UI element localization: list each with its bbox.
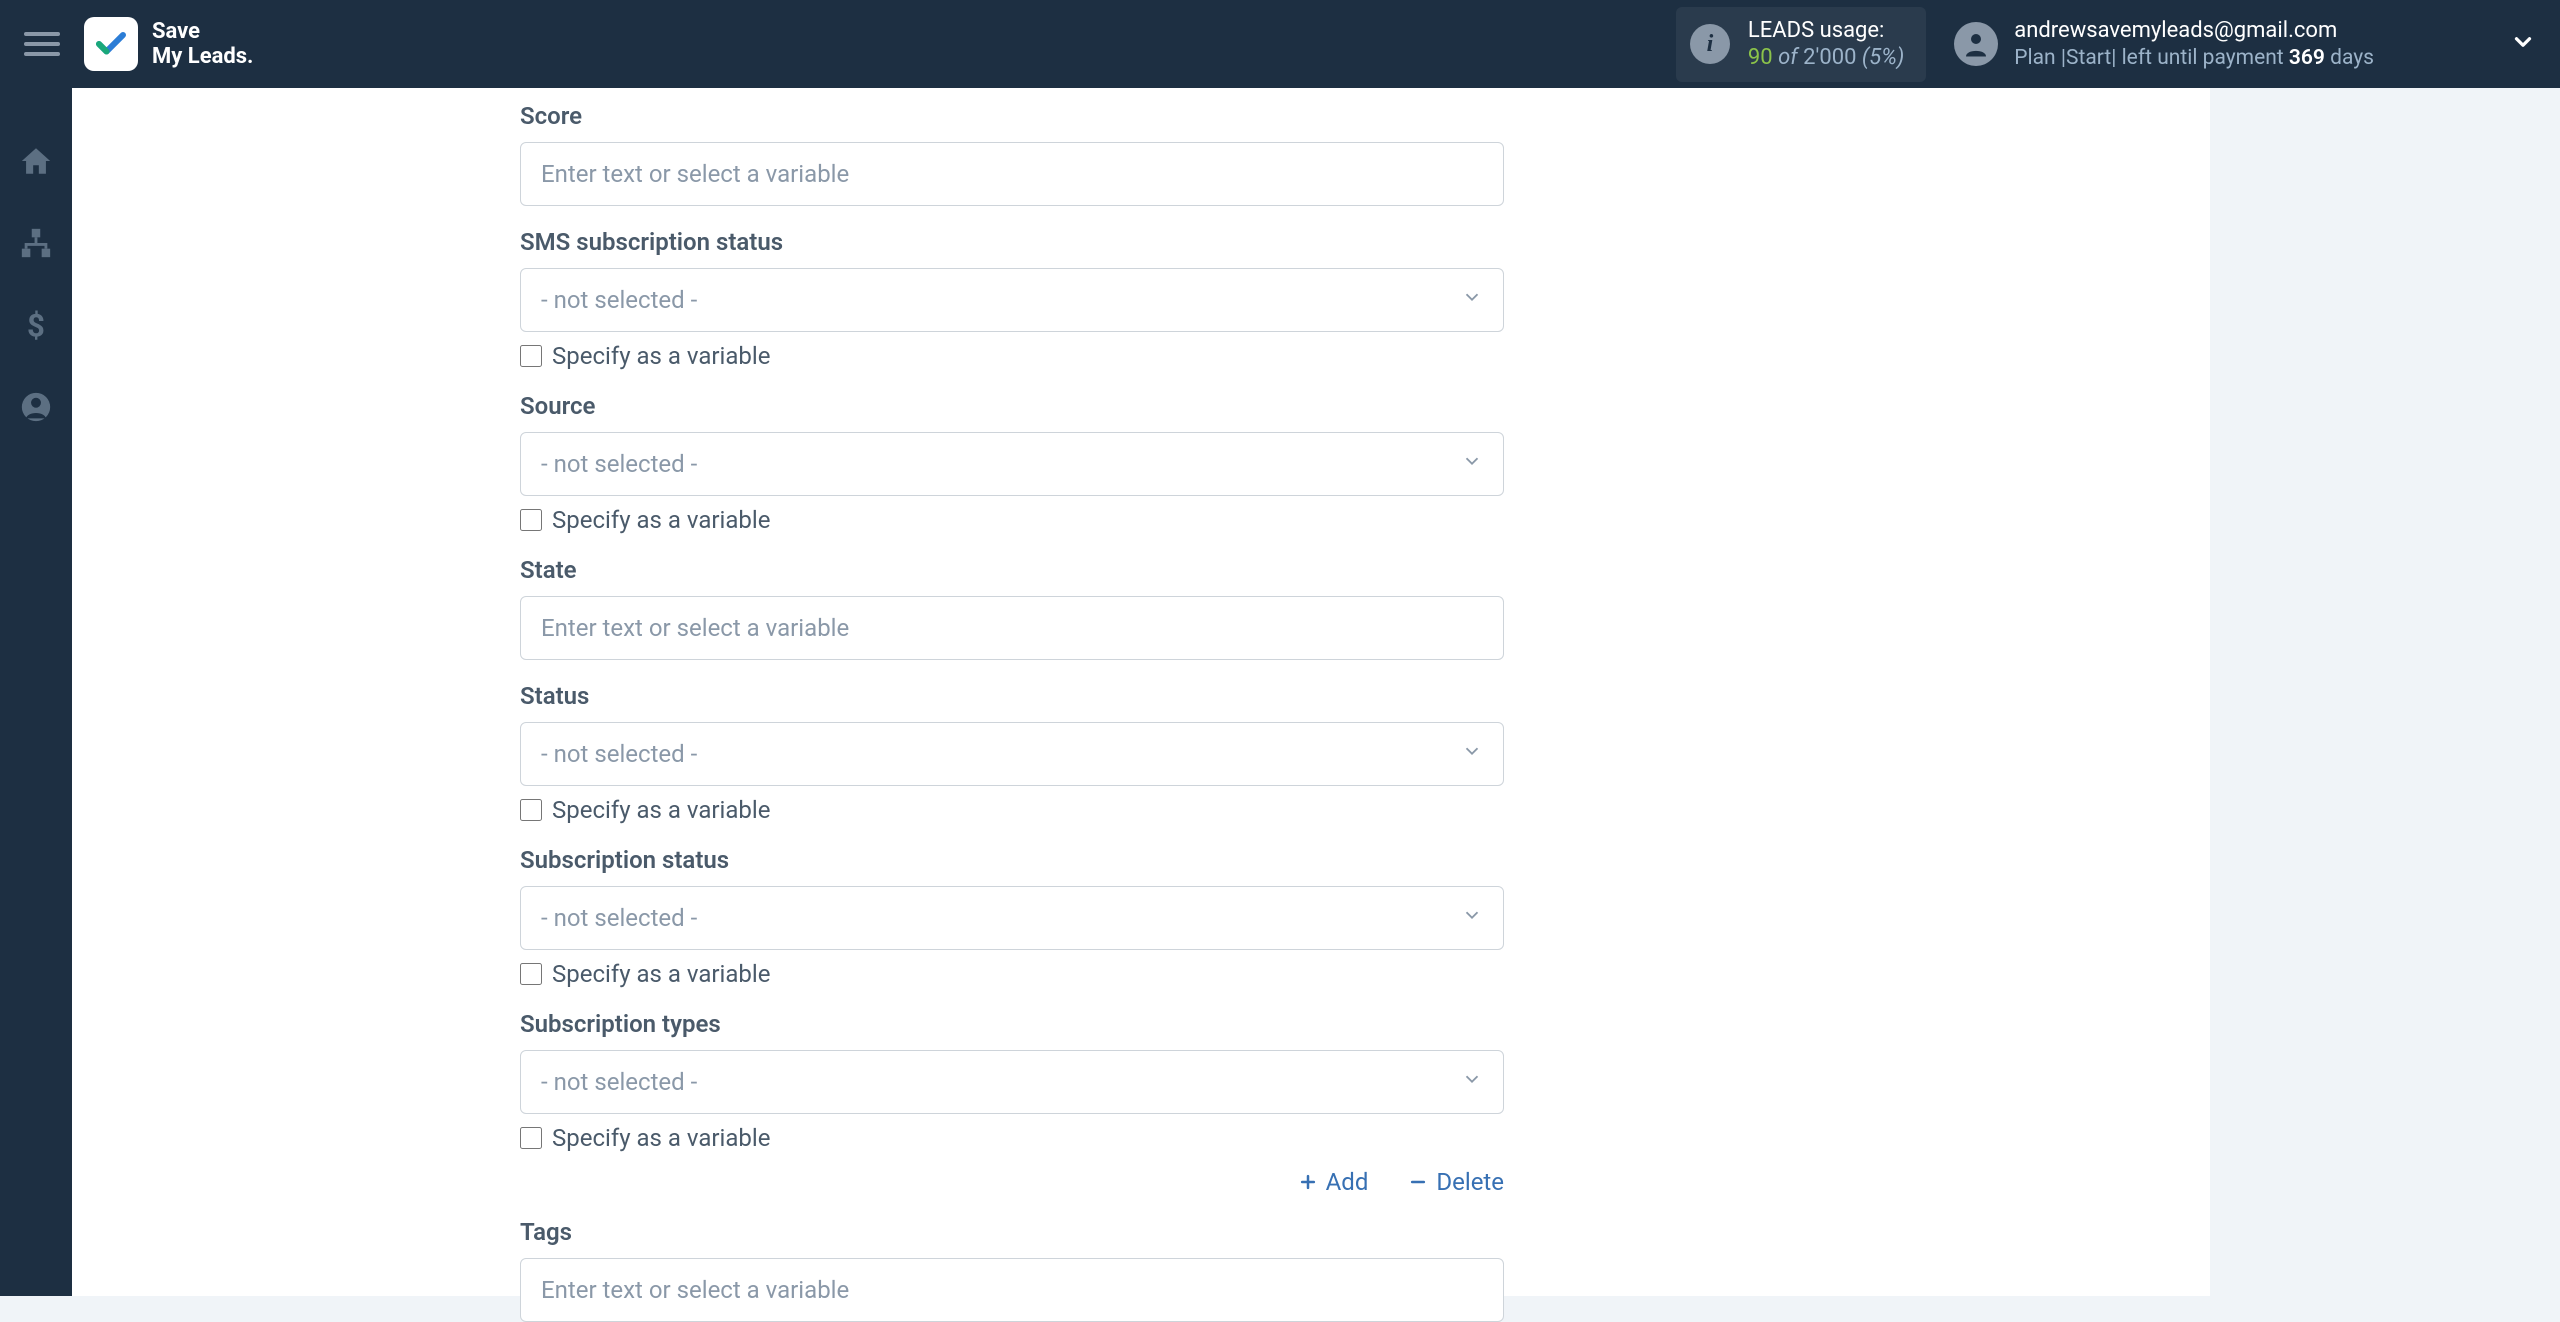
status-specify-variable-label[interactable]: Specify as a variable [552,796,770,824]
subscription-types-specify-variable-checkbox[interactable] [520,1127,542,1149]
subscription-types-specify-variable-label[interactable]: Specify as a variable [552,1124,770,1152]
subscription-types-label: Subscription types [520,1010,1504,1038]
sms-specify-variable-label[interactable]: Specify as a variable [552,342,770,370]
logo[interactable]: Save My Leads. [84,17,253,71]
svg-text:$: $ [27,308,45,342]
state-label: State [520,556,1504,584]
tags-input[interactable] [520,1258,1504,1322]
main-content: Score SMS subscription status - not sele… [72,88,2560,1296]
account-plan: Plan |Start| left until payment 369 days [2014,45,2374,71]
leads-usage-value: 90 of 2'000 (5%) [1748,44,1904,72]
status-specify-variable-checkbox[interactable] [520,799,542,821]
score-input[interactable] [520,142,1504,206]
add-button[interactable]: Add [1298,1168,1369,1196]
sms-subscription-status-label: SMS subscription status [520,228,1504,256]
account-menu[interactable]: andrewsavemyleads@gmail.com Plan |Start|… [1954,17,2536,71]
subscription-status-label: Subscription status [520,846,1504,874]
leads-usage-label: LEADS usage: [1748,17,1904,45]
form-card: Score SMS subscription status - not sele… [72,88,2210,1296]
subscription-status-specify-variable-label[interactable]: Specify as a variable [552,960,770,988]
sidebar-item-account[interactable] [19,390,53,428]
source-specify-variable-checkbox[interactable] [520,509,542,531]
sidebar-item-integrations[interactable] [19,226,53,264]
hamburger-menu-icon[interactable] [24,26,60,62]
source-select[interactable]: - not selected - [520,432,1504,496]
state-input[interactable] [520,596,1504,660]
source-specify-variable-label[interactable]: Specify as a variable [552,506,770,534]
leads-usage-panel[interactable]: i LEADS usage: 90 of 2'000 (5%) [1676,7,1926,82]
logo-icon [84,17,138,71]
tags-label: Tags [520,1218,1504,1246]
subscription-status-select[interactable]: - not selected - [520,886,1504,950]
chevron-down-icon [1461,904,1483,932]
chevron-down-icon[interactable] [2510,29,2536,59]
chevron-down-icon [1461,286,1483,314]
chevron-down-icon [1461,450,1483,478]
source-label: Source [520,392,1504,420]
logo-text: Save My Leads. [152,19,253,70]
sms-subscription-status-select[interactable]: - not selected - [520,268,1504,332]
info-icon: i [1690,24,1730,64]
status-select[interactable]: - not selected - [520,722,1504,786]
subscription-types-select[interactable]: - not selected - [520,1050,1504,1114]
sidebar-item-billing[interactable]: $ [19,308,53,346]
delete-button[interactable]: Delete [1408,1168,1504,1196]
header: Save My Leads. i LEADS usage: 90 of 2'00… [0,0,2560,88]
chevron-down-icon [1461,1068,1483,1096]
avatar-icon [1954,22,1998,66]
plus-icon [1298,1172,1318,1192]
sidebar: $ [0,88,72,1296]
score-label: Score [520,102,1504,130]
sms-specify-variable-checkbox[interactable] [520,345,542,367]
sidebar-item-home[interactable] [19,144,53,182]
status-label: Status [520,682,1504,710]
chevron-down-icon [1461,740,1483,768]
minus-icon [1408,1172,1428,1192]
subscription-status-specify-variable-checkbox[interactable] [520,963,542,985]
account-email: andrewsavemyleads@gmail.com [2014,17,2374,45]
